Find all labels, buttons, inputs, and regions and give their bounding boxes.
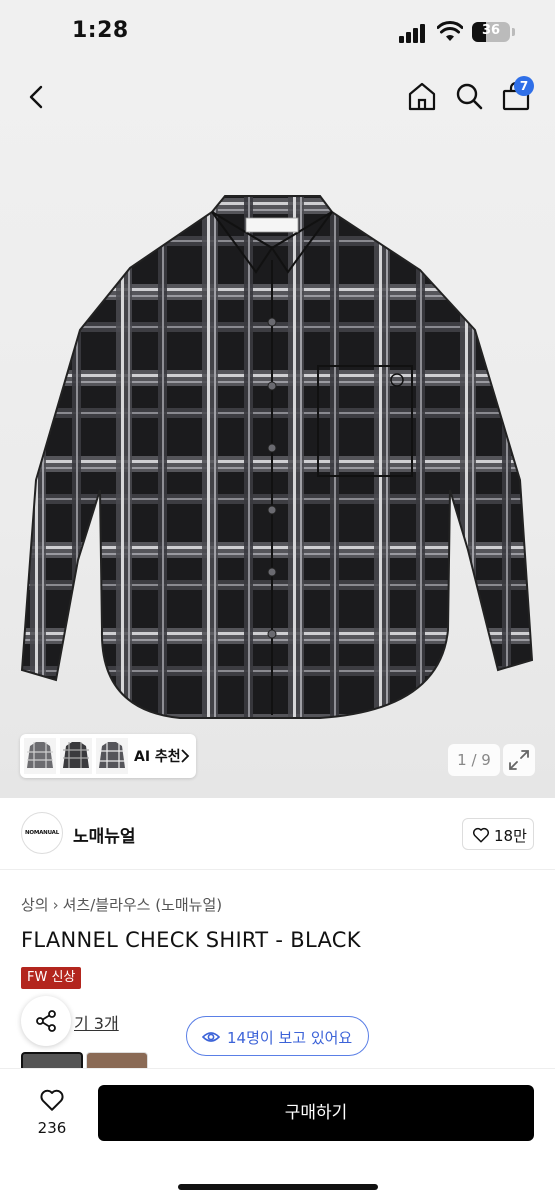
status-time: 1:28 — [72, 18, 129, 43]
status-bar: 1:28 36 — [0, 0, 555, 64]
wifi-icon — [437, 21, 463, 41]
buy-button[interactable]: 구매하기 — [98, 1085, 534, 1141]
battery-tip — [512, 28, 515, 36]
thumbnail-3[interactable] — [96, 738, 128, 774]
share-icon — [36, 1010, 56, 1032]
seller-logo[interactable]: NOMANUAL — [21, 812, 63, 854]
chevron-right-icon — [181, 749, 190, 763]
ai-recommend-label[interactable]: AI 추천 — [134, 746, 181, 766]
search-icon[interactable] — [453, 80, 485, 112]
viewers-text: 14명이 보고 있어요 — [227, 1029, 353, 1047]
expand-icon — [509, 750, 529, 770]
bottom-bar: 236 구매하기 — [0, 1068, 555, 1200]
product-image[interactable] — [20, 190, 535, 720]
ai-recommend-strip[interactable]: AI 추천 — [20, 734, 196, 778]
home-indicator — [178, 1184, 378, 1190]
seller-row[interactable]: NOMANUAL 노매뉴얼 18만 — [0, 798, 555, 870]
thumbnail-1[interactable] — [24, 738, 56, 774]
review-link[interactable]: 기 3개 — [74, 1010, 119, 1034]
wish-count: 236 — [37, 1119, 67, 1137]
breadcrumb-chevron-icon: › — [52, 896, 59, 914]
heart-icon — [40, 1089, 64, 1111]
heart-icon — [472, 827, 490, 843]
cart-count-badge: 7 — [514, 76, 534, 96]
seller-like-button[interactable]: 18만 — [462, 818, 534, 850]
image-pager: 1 / 9 — [448, 744, 500, 776]
expand-button[interactable] — [503, 744, 535, 776]
wish-button[interactable]: 236 — [28, 1087, 76, 1143]
seller-like-count: 18만 — [494, 827, 527, 845]
breadcrumb[interactable]: 상의 › 셔츠/블라우스 (노매뉴얼) — [21, 894, 222, 915]
battery-icon: 36 — [472, 22, 510, 42]
battery-percent: 36 — [481, 23, 501, 38]
back-icon[interactable] — [22, 82, 52, 112]
viewers-indicator: 14명이 보고 있어요 — [186, 1016, 369, 1056]
product-title: FLANNEL CHECK SHIRT - BLACK — [21, 928, 361, 952]
seller-name[interactable]: 노매뉴얼 — [73, 822, 136, 847]
signal-icon — [399, 23, 429, 43]
new-badge: FW 신상 — [21, 967, 82, 989]
home-icon[interactable] — [406, 80, 438, 112]
thumbnail-2[interactable] — [60, 738, 92, 774]
share-button[interactable] — [21, 996, 71, 1046]
eye-icon — [202, 1032, 220, 1042]
breadcrumb-item[interactable]: 상의 — [21, 896, 49, 914]
product-gallery[interactable]: 7 AI 추천 1 / 9 — [0, 64, 555, 798]
breadcrumb-item[interactable]: 셔츠/블라우스 (노매뉴얼) — [63, 896, 223, 914]
